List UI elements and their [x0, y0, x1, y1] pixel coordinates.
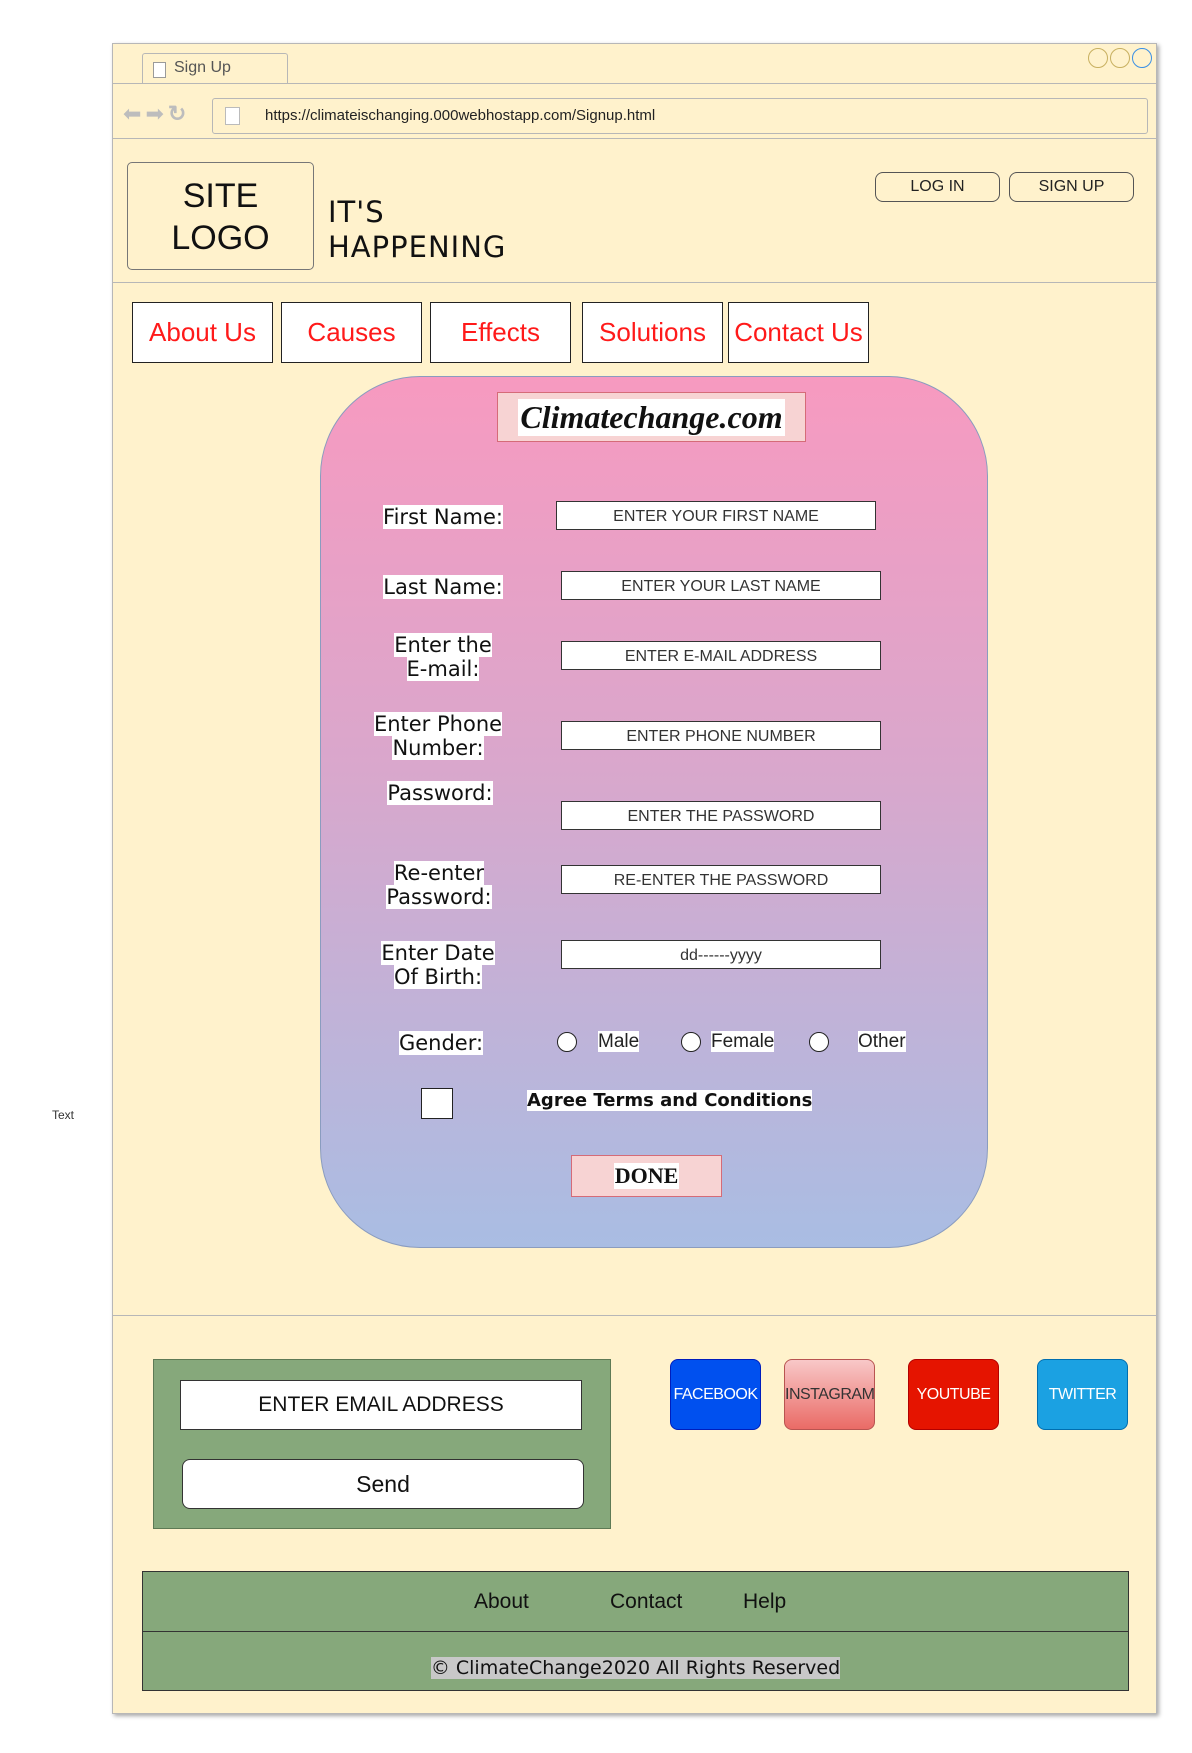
side-text-label: Text — [52, 1108, 75, 1122]
done-button-label: DONE — [613, 1163, 680, 1189]
login-button[interactable]: LOG IN — [875, 172, 1000, 202]
reload-icon[interactable]: ↻ — [168, 101, 186, 127]
logo-line-2: LOGO — [171, 219, 270, 257]
nav-solutions[interactable]: Solutions — [582, 302, 723, 363]
header-divider — [113, 282, 1156, 283]
forward-arrow-icon[interactable]: ➡ — [145, 101, 163, 127]
facebook-button[interactable]: FACEBOOK — [670, 1359, 761, 1430]
done-button[interactable]: DONE — [571, 1155, 722, 1197]
nav-about-us[interactable]: About Us — [132, 302, 273, 363]
window-controls — [1088, 48, 1152, 68]
signup-button[interactable]: SIGN UP — [1009, 172, 1134, 202]
twitter-button[interactable]: TWITTER — [1037, 1359, 1128, 1430]
form-title: Climatechange.com — [497, 392, 806, 442]
phone-label: Enter Phone Number: — [373, 712, 503, 760]
site-logo[interactable]: SITE LOGO — [127, 162, 314, 270]
footer: About Contact Help © ClimateChange2020 A… — [142, 1571, 1129, 1691]
back-arrow-icon[interactable]: ⬅ — [123, 101, 141, 127]
last-name-input[interactable]: ENTER YOUR LAST NAME — [561, 571, 881, 600]
address-bar[interactable]: https://climateischanging.000webhostapp.… — [212, 98, 1148, 134]
gender-other-label: Other — [858, 1031, 906, 1052]
close-icon[interactable] — [1132, 48, 1152, 68]
page-icon — [225, 107, 240, 125]
maximize-icon[interactable] — [1110, 48, 1130, 68]
toolbar-divider — [113, 138, 1156, 139]
send-button[interactable]: Send — [182, 1459, 584, 1509]
gender-other-radio[interactable] — [809, 1032, 829, 1052]
dob-input[interactable]: dd------yyyy — [561, 940, 881, 969]
newsletter-email-input[interactable]: ENTER EMAIL ADDRESS — [180, 1380, 582, 1430]
copyright-text: © ClimateChange2020 All Rights Reserved — [430, 1657, 841, 1679]
dob-label: Enter Date Of Birth: — [381, 941, 495, 989]
signup-form-card: Climatechange.com First Name: ENTER YOUR… — [320, 376, 988, 1248]
footer-about-link[interactable]: About — [474, 1590, 529, 1614]
form-title-text: Climatechange.com — [518, 399, 785, 436]
nav-effects[interactable]: Effects — [430, 302, 571, 363]
gender-male-radio[interactable] — [557, 1032, 577, 1052]
url-text: https://climateischanging.000webhostapp.… — [265, 107, 656, 124]
gender-female-label: Female — [711, 1031, 775, 1052]
browser-nav: ⬅ ➡ ↻ — [123, 101, 186, 127]
nav-contact-us[interactable]: Contact Us — [728, 302, 869, 363]
tagline-line-2: HAPPENING — [328, 230, 507, 264]
repassword-input[interactable]: RE-ENTER THE PASSWORD — [561, 865, 881, 894]
gender-female-radio[interactable] — [681, 1032, 701, 1052]
footer-contact-link[interactable]: Contact — [610, 1590, 682, 1614]
password-label: Password: — [387, 781, 493, 805]
tab-divider — [113, 83, 1156, 84]
nav-causes[interactable]: Causes — [281, 302, 422, 363]
minimize-icon[interactable] — [1088, 48, 1108, 68]
gender-male-label: Male — [598, 1031, 640, 1052]
content-divider — [113, 1315, 1156, 1316]
agree-terms-checkbox[interactable] — [421, 1088, 453, 1119]
first-name-input[interactable]: ENTER YOUR FIRST NAME — [556, 501, 876, 530]
browser-window: Sign Up ⬅ ➡ ↻ https://climateischanging.… — [112, 43, 1157, 1714]
footer-divider — [143, 1631, 1128, 1632]
email-label: Enter the E-mail: — [394, 633, 492, 681]
youtube-button[interactable]: YOUTUBE — [908, 1359, 999, 1430]
password-input[interactable]: ENTER THE PASSWORD — [561, 801, 881, 830]
tab-title: Sign Up — [174, 59, 231, 76]
last-name-label: Last Name: — [383, 575, 503, 599]
first-name-label: First Name: — [383, 505, 503, 529]
agree-terms-label: Agree Terms and Conditions — [527, 1090, 813, 1111]
instagram-button[interactable]: INSTAGRAM — [784, 1359, 875, 1430]
repassword-label: Re-enter Password: — [386, 861, 492, 909]
page-icon — [153, 62, 166, 78]
gender-label: Gender: — [398, 1031, 484, 1055]
phone-input[interactable]: ENTER PHONE NUMBER — [561, 721, 881, 750]
email-input[interactable]: ENTER E-MAIL ADDRESS — [561, 641, 881, 670]
tagline-line-1: IT'S — [328, 195, 385, 229]
footer-help-link[interactable]: Help — [743, 1590, 786, 1614]
tagline: IT'S HAPPENING — [328, 195, 506, 265]
logo-line-1: SITE — [182, 177, 259, 215]
newsletter-box: ENTER EMAIL ADDRESS Send — [153, 1359, 611, 1529]
browser-tab[interactable]: Sign Up — [142, 53, 288, 84]
